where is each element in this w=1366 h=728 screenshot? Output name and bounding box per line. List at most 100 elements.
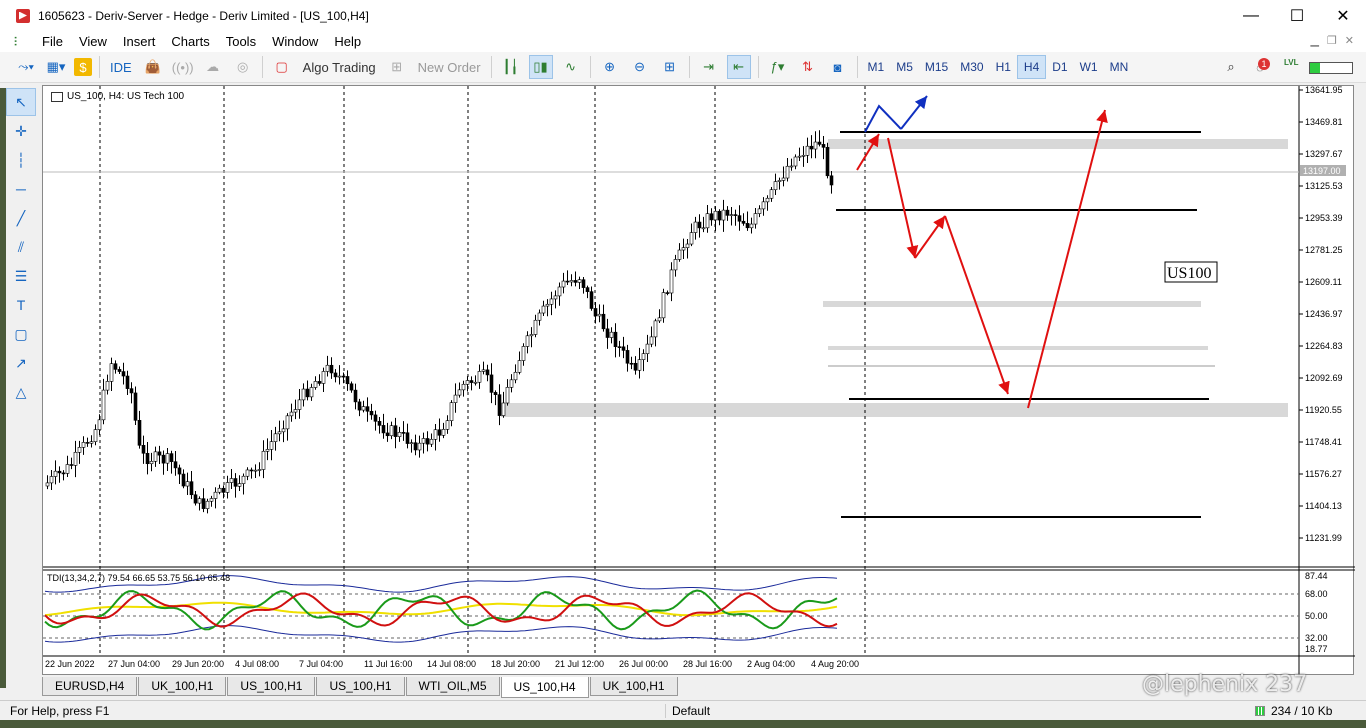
menu-insert[interactable]: Insert xyxy=(119,34,168,49)
timeframe-m1[interactable]: M1 xyxy=(862,55,891,79)
dollar-icon[interactable]: $ xyxy=(74,58,92,76)
line-chart-icon[interactable]: ∿ xyxy=(559,55,583,79)
candle-body xyxy=(237,483,242,487)
candle-body xyxy=(161,454,166,464)
vertical-line-icon[interactable]: ┆ xyxy=(6,146,36,174)
trendline-icon[interactable]: ╱ xyxy=(6,204,36,232)
candle-body xyxy=(541,305,546,314)
menu-charts[interactable]: Charts xyxy=(167,34,221,49)
candle-body xyxy=(781,177,786,181)
rally-arrow xyxy=(1027,109,1108,409)
tab-wtioil-m5[interactable]: WTI_OIL,M5 xyxy=(405,677,500,696)
time-tick-label: 22 Jun 2022 xyxy=(45,659,95,669)
maximize-button[interactable]: ☐ xyxy=(1274,0,1320,31)
horizontal-line-icon[interactable]: ─ xyxy=(6,175,36,203)
candle-body xyxy=(185,481,190,487)
timeframe-m15[interactable]: M15 xyxy=(919,55,954,79)
candle-body xyxy=(453,394,458,403)
price-chart[interactable]: 13641.95 13469.81 13297.67 13125.53 12953.39… xyxy=(43,86,1355,676)
tab-uk100-h1[interactable]: UK_100,H1 xyxy=(138,677,227,696)
menu-tools[interactable]: Tools xyxy=(222,34,268,49)
candle-body xyxy=(713,210,718,221)
tab-us100-h1[interactable]: US_100,H1 xyxy=(227,677,316,696)
channel-icon[interactable]: ⫽ xyxy=(6,233,36,261)
candle-body xyxy=(173,461,178,469)
candle-body xyxy=(397,432,402,437)
status-profile[interactable]: Default xyxy=(665,703,1255,718)
candle-body xyxy=(385,432,390,437)
timeframe-mn[interactable]: MN xyxy=(1104,55,1135,79)
rectangle-icon[interactable]: ▢ xyxy=(6,320,36,348)
timeframe-h1[interactable]: H1 xyxy=(990,55,1017,79)
tile-windows-icon[interactable]: ⊞ xyxy=(658,55,682,79)
menu-help[interactable]: Help xyxy=(330,34,373,49)
search-icon[interactable]: ⌕ xyxy=(1219,55,1243,79)
candle-body xyxy=(549,298,554,305)
templates-icon[interactable]: ▦▾ xyxy=(44,55,68,79)
candle-body xyxy=(177,467,182,475)
auto-scroll-icon[interactable]: ⇥ xyxy=(697,55,721,79)
fibonacci-icon[interactable]: ☰ xyxy=(6,262,36,290)
candle-body xyxy=(469,380,474,383)
candle-body xyxy=(601,313,606,330)
screenshot-icon[interactable]: ◙ xyxy=(826,55,850,79)
candle-body xyxy=(425,438,430,445)
zoom-in-icon[interactable]: ⊕ xyxy=(598,55,622,79)
candle-body xyxy=(517,360,522,373)
candle-body xyxy=(509,379,514,388)
candle-body xyxy=(401,432,406,434)
signal-icon[interactable]: ((•)) xyxy=(171,55,195,79)
candle-body xyxy=(553,295,558,300)
timeframe-m5[interactable]: M5 xyxy=(890,55,919,79)
menu-file[interactable]: File xyxy=(38,34,75,49)
price-tick-label: 12436.97 xyxy=(1305,309,1343,319)
cloud-icon[interactable]: ☁ xyxy=(201,55,225,79)
candle-body xyxy=(757,208,762,214)
timeframe-d1[interactable]: D1 xyxy=(1046,55,1073,79)
candle-body xyxy=(753,213,758,225)
tab-eurusd-h4[interactable]: EURUSD,H4 xyxy=(42,677,138,696)
objects-icon[interactable]: ⇅ xyxy=(796,55,820,79)
text-tool-icon[interactable]: T xyxy=(6,291,36,319)
close-button[interactable]: ✕ xyxy=(1320,0,1366,31)
price-tick-label: 11920.55 xyxy=(1305,405,1342,415)
timeframe-m30[interactable]: M30 xyxy=(954,55,989,79)
connection-icon xyxy=(1255,705,1265,716)
new-order-button[interactable]: New Order xyxy=(412,60,487,75)
candle-body xyxy=(225,482,230,493)
chart-type-icon[interactable]: ⤳▾ xyxy=(14,55,38,79)
menu-view[interactable]: View xyxy=(75,34,119,49)
minimize-button[interactable]: — xyxy=(1228,0,1274,31)
timeframe-h4[interactable]: H4 xyxy=(1016,55,1047,79)
zoom-out-icon[interactable]: ⊖ xyxy=(628,55,652,79)
timeframe-w1[interactable]: W1 xyxy=(1074,55,1104,79)
chart-menu-icon[interactable]: ⫶ xyxy=(14,35,28,49)
chart-shift-icon[interactable]: ⇤ xyxy=(726,55,751,79)
annotation-text: US100 xyxy=(1167,265,1211,282)
candle-body xyxy=(681,247,686,251)
mdi-close-icon[interactable]: ✕ xyxy=(1345,34,1354,47)
tab-us100-h1-2[interactable]: US_100,H1 xyxy=(316,677,405,696)
tab-us100-h4[interactable]: US_100,H4 xyxy=(500,677,589,698)
candle-body xyxy=(741,220,746,224)
arrow-tool-icon[interactable]: ↗ xyxy=(6,349,36,377)
indicators-icon[interactable]: ƒ▾ xyxy=(766,55,790,79)
candle-body xyxy=(333,372,338,378)
algo-trading-button[interactable]: Algo Trading xyxy=(297,60,382,75)
candle-body xyxy=(433,429,438,440)
tab-uk100-h1-2[interactable]: UK_100,H1 xyxy=(589,677,678,696)
candle-body xyxy=(521,346,526,361)
ide-button[interactable]: IDE xyxy=(104,60,138,75)
candle-body xyxy=(649,336,654,345)
mdi-minimize-icon[interactable]: ▁ xyxy=(1310,34,1318,47)
market-bag-icon[interactable]: 👜 xyxy=(141,55,165,79)
cursor-icon[interactable]: ↖ xyxy=(6,88,36,116)
bar-chart-icon[interactable]: ┃╽ xyxy=(499,55,523,79)
chart-window[interactable]: 13641.95 13469.81 13297.67 13125.53 12953.39… xyxy=(42,85,1355,676)
shapes-icon[interactable]: △ xyxy=(6,378,36,406)
candlestick-icon[interactable]: ▯▮ xyxy=(528,55,553,79)
mdi-restore-icon[interactable]: ❐ xyxy=(1327,34,1337,47)
crosshair-icon[interactable]: ✛ xyxy=(6,117,36,145)
menu-window[interactable]: Window xyxy=(268,34,330,49)
vps-icon[interactable]: ◎ xyxy=(231,55,255,79)
